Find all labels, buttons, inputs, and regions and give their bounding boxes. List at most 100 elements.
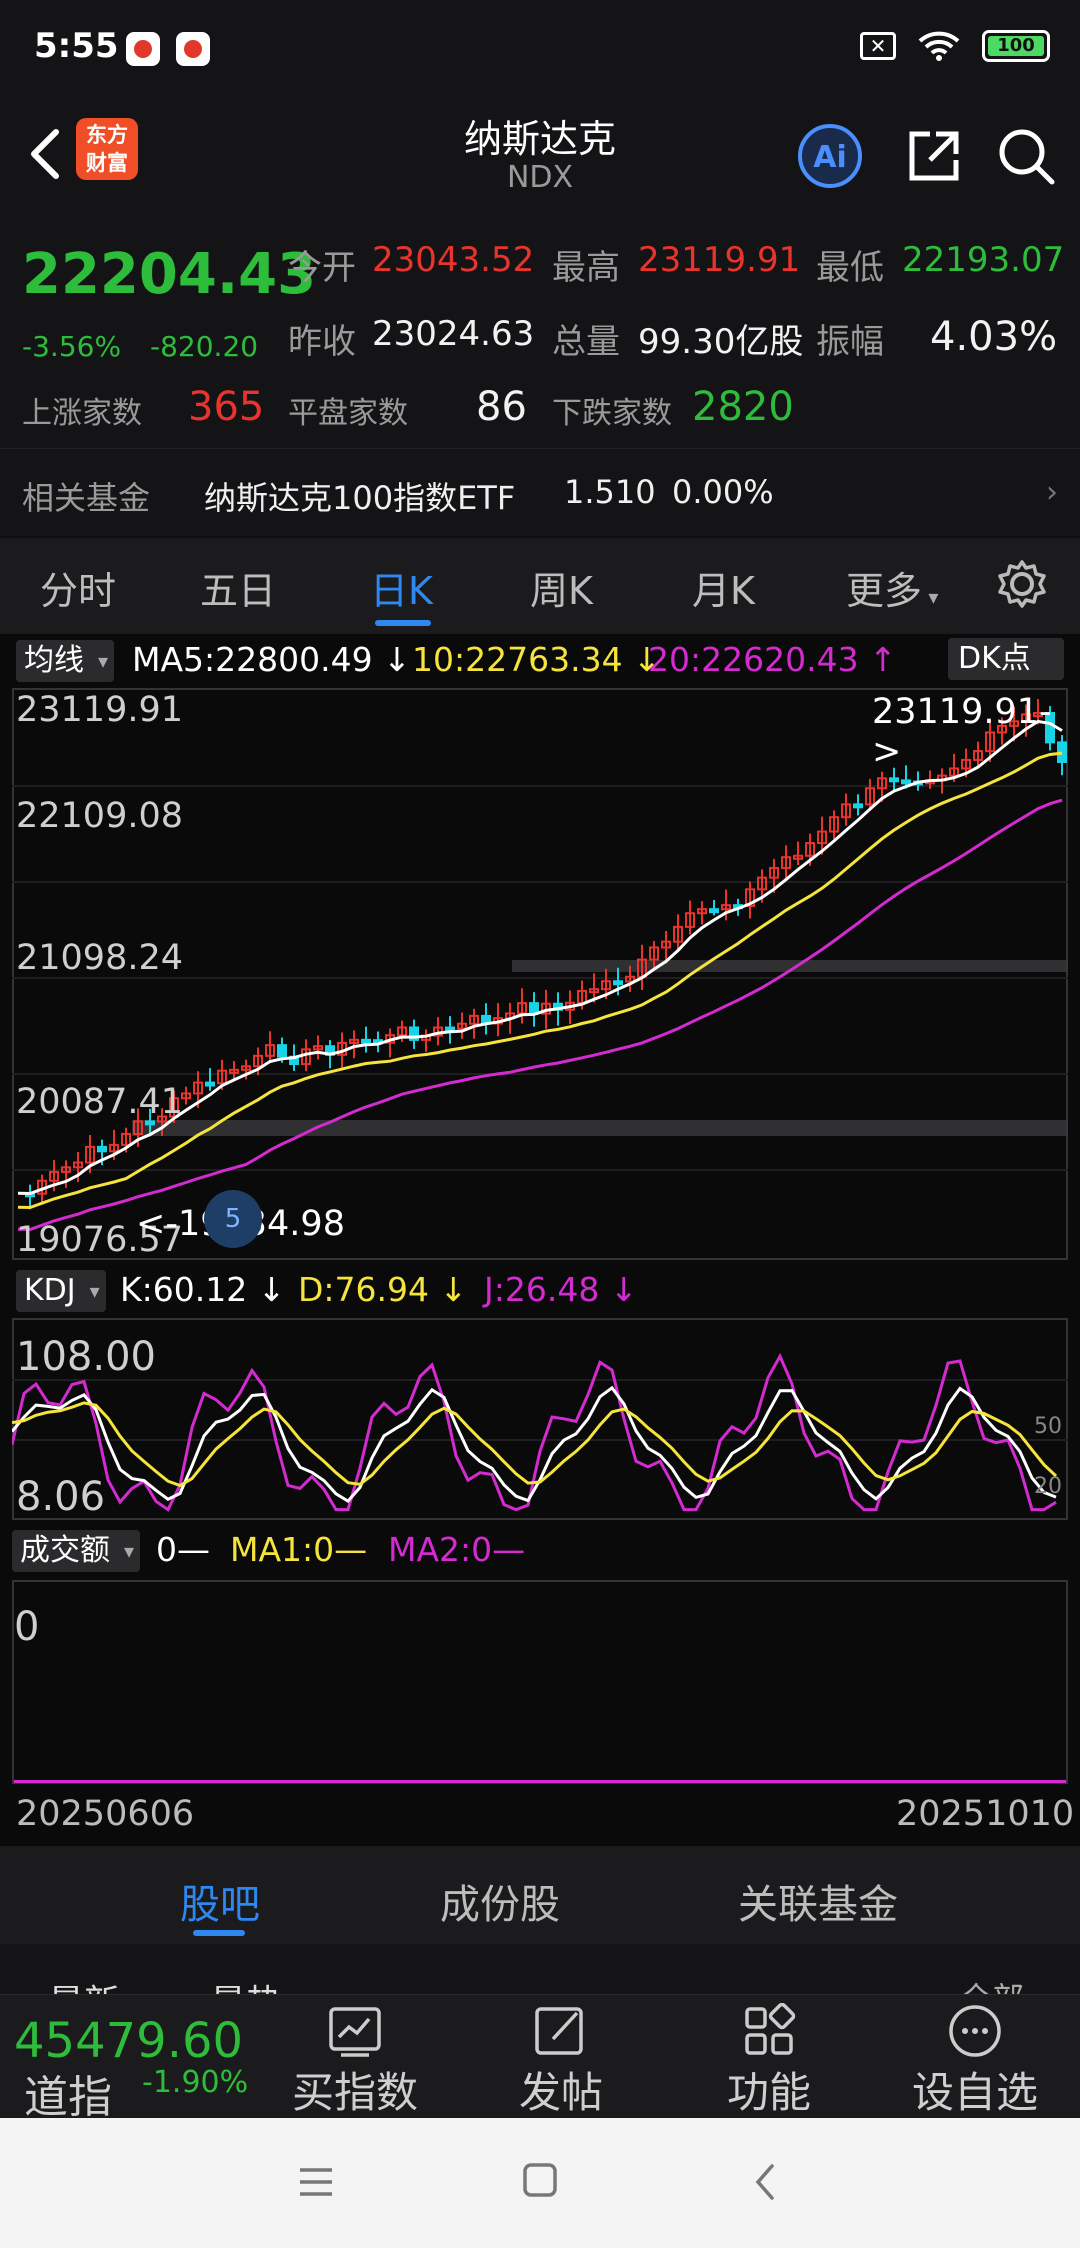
active-section-indicator — [193, 1930, 245, 1936]
back-nav-icon[interactable] — [750, 2162, 780, 2202]
low-value: 22193.07 — [902, 240, 1065, 280]
share-icon[interactable] — [900, 122, 968, 190]
home-icon[interactable] — [522, 2162, 558, 2198]
quote-panel: 22204.43 -3.56% -820.20 今开 23043.52 最高 2… — [0, 212, 1080, 536]
ma10-legend: 10:22763.34 ↓ — [412, 640, 661, 679]
kdj-level-50: 50 — [1034, 1414, 1062, 1439]
active-tab-indicator — [375, 620, 431, 626]
volume-value: 99.30亿股 — [638, 322, 804, 362]
notification-app-icon-2 — [176, 32, 210, 66]
ma-selector[interactable]: 均线 — [16, 640, 114, 682]
marker-badge[interactable]: 5 — [204, 1190, 262, 1248]
app-header: 东方财富 纳斯达克 NDX Ai — [0, 100, 1080, 212]
tab-weekly-k[interactable]: 周K — [530, 560, 593, 615]
amplitude-value: 4.03% — [930, 314, 1058, 360]
unchanged-label: 平盘家数 — [288, 396, 408, 431]
tab-related-funds[interactable]: 关联基金 — [738, 1872, 898, 1930]
tab-intraday[interactable]: 分时 — [40, 560, 116, 615]
notification-app-icon — [126, 32, 160, 66]
decliners-label: 下跌家数 — [552, 396, 672, 431]
low-label: 最低 — [816, 248, 884, 288]
battery-icon: 100 — [982, 30, 1050, 62]
candle — [709, 908, 719, 914]
menu-icon[interactable] — [298, 2166, 334, 2198]
related-fund-row[interactable]: 相关基金 纳斯达克100指数ETF 1.510 0.00% › — [0, 448, 1080, 536]
related-fund-label: 相关基金 — [22, 479, 151, 517]
high-value: 23119.91 — [638, 240, 801, 280]
period-tabs: 分时 五日 日K 周K 月K 更多 ▾ — [0, 538, 1080, 634]
open-label: 今开 — [288, 248, 356, 288]
price-axis-label: 22109.08 — [16, 796, 184, 836]
chart-trend-icon — [329, 2007, 381, 2057]
turnover-frame — [12, 1580, 1068, 1784]
turnover-ma-line — [14, 1780, 1066, 1783]
candle — [445, 1026, 455, 1032]
add-watchlist-button[interactable]: 设自选 — [900, 1995, 1050, 2119]
candle — [361, 1038, 371, 1044]
date-end: 20251010 — [896, 1794, 1075, 1834]
kdj-level-20: 20 — [1034, 1474, 1062, 1499]
related-fund-name: 纳斯达克100指数ETF — [204, 479, 516, 517]
candle — [613, 980, 623, 986]
wifi-icon — [918, 31, 960, 61]
kdj-bottom-label: 8.06 — [16, 1474, 106, 1520]
tab-constituents[interactable]: 成份股 — [440, 1872, 560, 1930]
turnover-selector[interactable]: 成交额 — [12, 1530, 140, 1572]
kdj-d-legend: D:76.94 ↓ — [298, 1270, 468, 1309]
unchanged-value: 86 — [476, 384, 527, 430]
decliners-value: 2820 — [692, 384, 794, 430]
last-price: 22204.43 — [22, 242, 317, 307]
bottom-toolbar: 45479.60 道指 -1.90% 买指数 发帖 功能 设自选 — [0, 1994, 1080, 2123]
grid-apps-icon — [745, 2003, 796, 2055]
system-nav-bar — [0, 2118, 1080, 2248]
filter-hot[interactable]: 最热 — [210, 1974, 282, 1994]
turnover-ma2: MA2:0— — [388, 1530, 526, 1569]
ma20-legend: 20:22620.43 ↑ — [648, 640, 897, 679]
ai-assistant-button[interactable]: Ai — [796, 122, 864, 190]
turnover-ma1: MA1:0— — [230, 1530, 368, 1569]
dk-point-button[interactable]: DK点 — [948, 638, 1064, 680]
clock: 5:55 — [34, 26, 119, 66]
candle — [901, 779, 911, 785]
change-percent: -3.56% — [22, 330, 122, 363]
prev-close-value: 23024.63 — [372, 314, 535, 354]
post-button[interactable]: 发帖 — [486, 1995, 636, 2119]
forum-filter-row: 最新 最热 全部 — [0, 1944, 1080, 1994]
edit-icon — [535, 2007, 583, 2055]
related-fund-change: 0.00% — [672, 473, 774, 511]
status-bar: 5:55 ✕ 100 — [0, 0, 1080, 100]
dji-change: -1.90% — [142, 2065, 249, 2100]
tab-more[interactable]: 更多 ▾ — [846, 560, 938, 615]
kdj-chart[interactable] — [12, 1320, 1068, 1518]
price-axis-label: 20087.41 — [16, 1082, 184, 1122]
filter-latest[interactable]: 最新 — [48, 1974, 120, 1994]
price-axis-label: 23119.91 — [16, 690, 184, 730]
tab-daily-k[interactable]: 日K — [370, 560, 433, 615]
related-fund-price: 1.510 — [564, 473, 656, 511]
filter-all[interactable]: 全部 — [960, 1974, 1024, 1994]
buy-index-button[interactable]: 买指数 — [280, 1995, 430, 2119]
tab-monthly-k[interactable]: 月K — [692, 560, 755, 615]
search-icon[interactable] — [992, 122, 1060, 190]
kdj-j-legend: J:26.48 ↓ — [484, 1270, 638, 1309]
turnover-axis-zero: 0 — [14, 1604, 40, 1650]
kdj-selector[interactable]: KDJ — [16, 1270, 106, 1312]
candle — [889, 777, 899, 783]
tab-five-day[interactable]: 五日 — [200, 560, 276, 615]
no-sim-icon: ✕ — [860, 32, 896, 60]
tab-stock-forum[interactable]: 股吧 — [180, 1872, 260, 1930]
candle — [853, 803, 863, 809]
date-start: 20250606 — [16, 1794, 195, 1834]
change-absolute: -820.20 — [150, 330, 259, 363]
more-dots-icon — [949, 2005, 1001, 2057]
svg-text:Ai: Ai — [813, 140, 847, 175]
high-annotation: 23119.91-> — [872, 692, 1052, 772]
settings-gear-icon[interactable] — [996, 558, 1048, 610]
turnover-value: 0— — [156, 1530, 210, 1569]
functions-button[interactable]: 功能 — [694, 1995, 844, 2119]
price-axis-label: 21098.24 — [16, 938, 184, 978]
high-label: 最高 — [552, 248, 620, 288]
candle — [277, 1044, 287, 1058]
open-value: 23043.52 — [372, 240, 535, 280]
prev-close-label: 昨收 — [288, 322, 356, 362]
